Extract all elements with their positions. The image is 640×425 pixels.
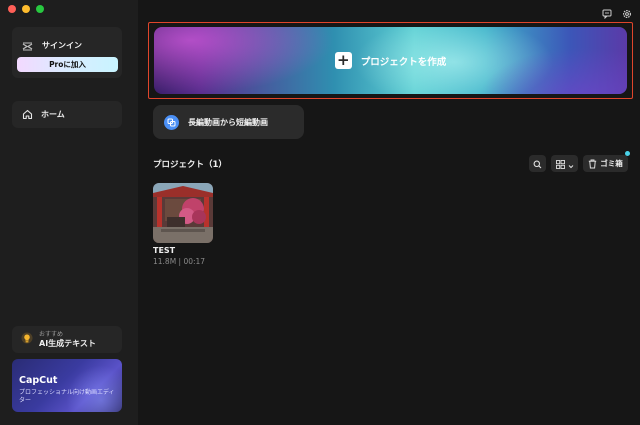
projects-toolbar: ゴミ箱 bbox=[529, 151, 630, 173]
create-project-button[interactable]: + プロジェクトを作成 bbox=[154, 27, 627, 94]
sidebar-item-home[interactable]: ホーム bbox=[12, 101, 122, 128]
project-meta: 11.8M | 00:17 bbox=[153, 257, 206, 266]
search-button[interactable] bbox=[529, 155, 546, 172]
ai-card-subtitle: おすすめ bbox=[39, 330, 64, 338]
settings-icon[interactable] bbox=[622, 4, 632, 23]
ai-text-card[interactable]: おすすめ AI生成テキスト bbox=[12, 326, 122, 353]
capcut-promo-card[interactable]: CapCut プロフェッショナル向け動画エディター bbox=[12, 359, 122, 412]
create-project-label: プロジェクトを作成 bbox=[360, 56, 447, 68]
lightbulb-icon bbox=[21, 330, 33, 349]
projects-title: プロジェクト（1） bbox=[153, 160, 227, 170]
long-to-short-button[interactable]: 長編動画から短編動画 bbox=[153, 105, 304, 139]
capcut-logo-icon bbox=[22, 36, 33, 55]
top-right-icons bbox=[602, 4, 632, 23]
feedback-icon[interactable] bbox=[602, 4, 612, 23]
trash-label: ゴミ箱 bbox=[600, 159, 623, 168]
create-project-content: + プロジェクトを作成 bbox=[154, 27, 627, 94]
minimize-window-button[interactable] bbox=[22, 5, 30, 13]
thumbnail-image bbox=[153, 183, 213, 243]
signin-label: サインイン bbox=[42, 41, 82, 50]
signin-card: サインイン Proに加入 bbox=[12, 27, 122, 78]
maximize-window-button[interactable] bbox=[36, 5, 44, 13]
clip-convert-icon bbox=[164, 114, 179, 130]
signin-button[interactable]: サインイン bbox=[22, 36, 82, 55]
project-name: TEST bbox=[153, 246, 176, 255]
search-icon bbox=[533, 154, 542, 173]
long-to-short-label: 長編動画から短編動画 bbox=[188, 117, 268, 127]
sidebar-item-label: ホーム bbox=[41, 110, 65, 119]
pro-subscribe-button[interactable]: Proに加入 bbox=[17, 57, 118, 72]
promo-title: CapCut bbox=[19, 375, 58, 386]
home-icon bbox=[22, 105, 33, 124]
sidebar: サインイン Proに加入 ホーム おすすめ AI生成テキスト CapCut プロ… bbox=[0, 0, 138, 425]
trash-icon bbox=[588, 154, 597, 173]
trash-button[interactable]: ゴミ箱 bbox=[583, 151, 630, 173]
promo-subtitle: プロフェッショナル向け動画エディター bbox=[19, 389, 115, 404]
window-controls bbox=[8, 5, 44, 13]
plus-icon: + bbox=[334, 52, 352, 69]
notification-dot bbox=[625, 151, 630, 156]
view-mode-button[interactable] bbox=[551, 155, 578, 172]
chevron-down-icon bbox=[568, 154, 574, 173]
project-thumbnail[interactable] bbox=[153, 183, 213, 243]
close-window-button[interactable] bbox=[8, 5, 16, 13]
ai-card-title: AI生成テキスト bbox=[39, 338, 96, 348]
grid-view-icon bbox=[555, 154, 565, 173]
